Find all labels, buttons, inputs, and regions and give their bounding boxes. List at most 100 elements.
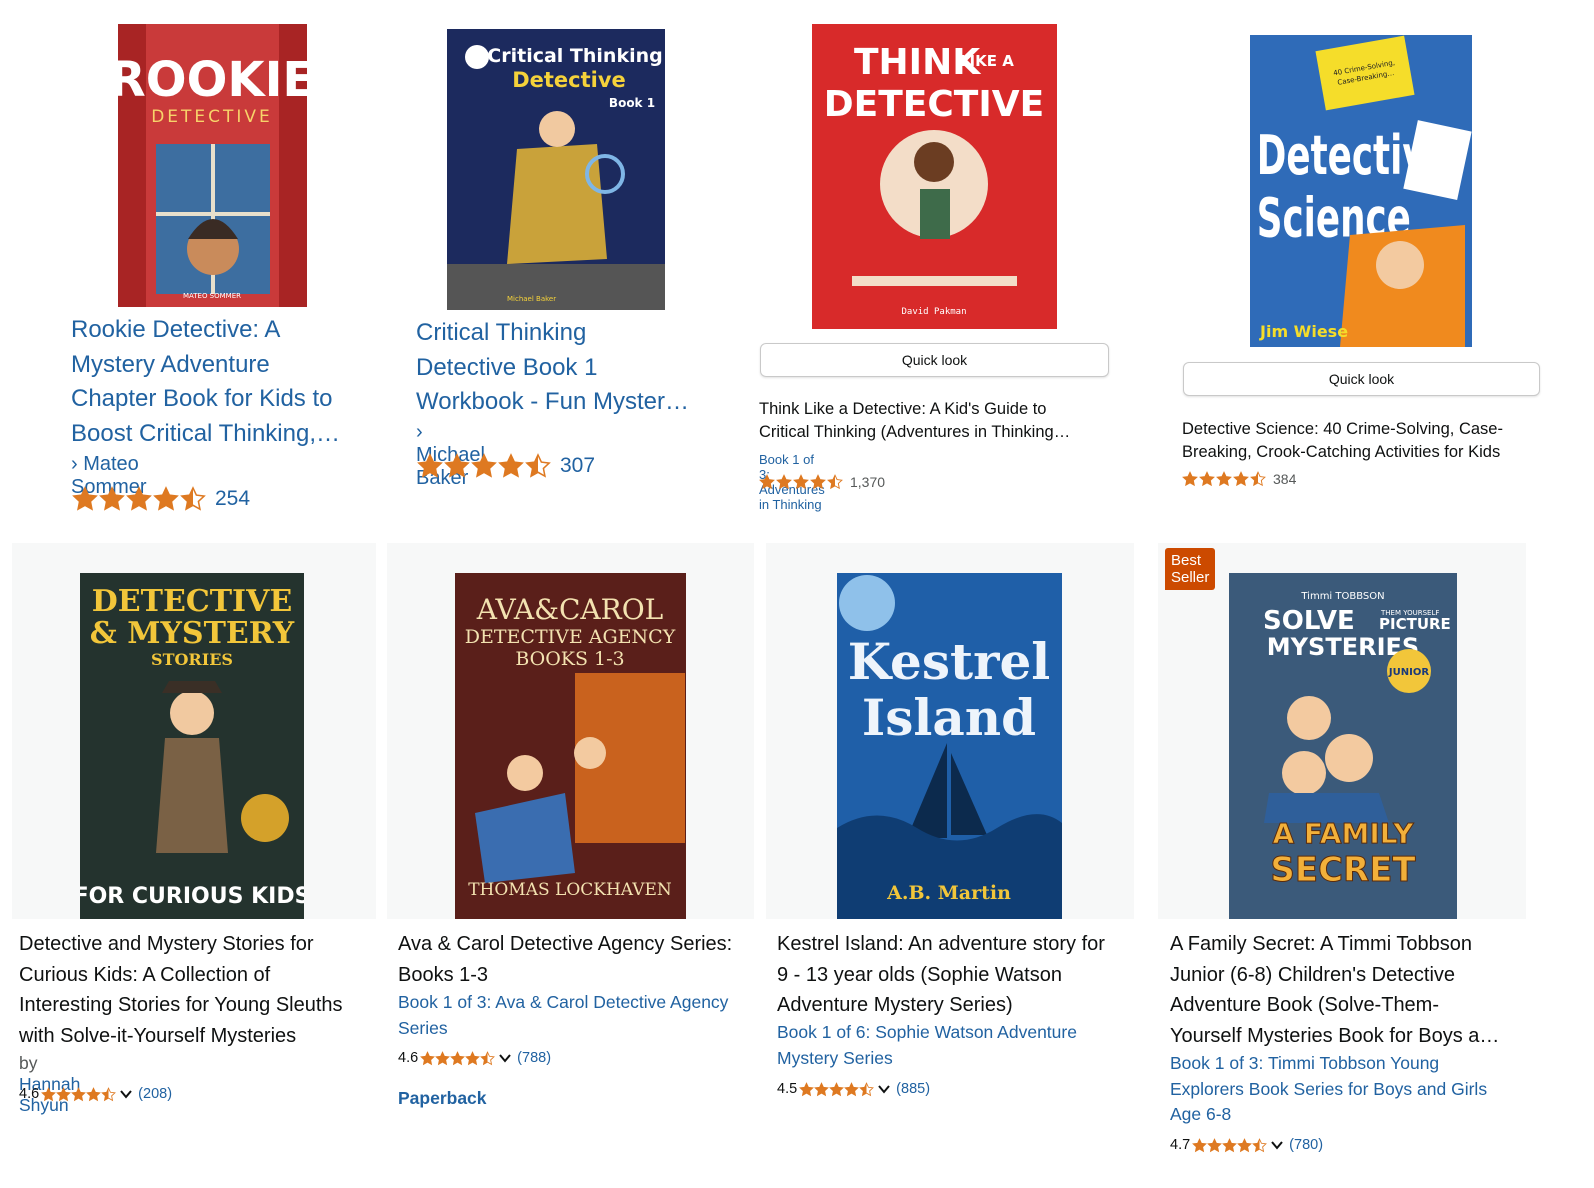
title-line[interactable]: A Family Secret: A Timmi Tobbson bbox=[1170, 929, 1520, 960]
product-title-link[interactable]: Rookie Detective: A Mystery Adventure Ch… bbox=[71, 313, 371, 451]
book-cover-image[interactable]: 40 Crime-Solving, Case-Breaking… Detecti… bbox=[1250, 35, 1472, 347]
review-count[interactable]: 254 bbox=[215, 487, 250, 511]
review-count[interactable]: (788) bbox=[517, 1050, 551, 1066]
star-rating[interactable] bbox=[420, 1050, 496, 1066]
svg-text:Book 1: Book 1 bbox=[609, 96, 655, 110]
svg-text:MATEO SOMMER: MATEO SOMMER bbox=[183, 292, 241, 300]
star-icon bbox=[1250, 471, 1266, 487]
svg-text:FOR CURIOUS KIDS: FOR CURIOUS KIDS bbox=[80, 884, 304, 909]
title-line[interactable]: Adventure Mystery Series) bbox=[777, 990, 1132, 1021]
svg-text:A.B. Martin: A.B. Martin bbox=[886, 882, 1011, 904]
title-line[interactable]: Chapter Book for Kids to bbox=[71, 382, 371, 417]
series-line[interactable]: Book 1 of 6: Sophie Watson Adventure bbox=[777, 1020, 1132, 1046]
title-line[interactable]: 9 - 13 year olds (Sophie Watson bbox=[777, 960, 1132, 991]
svg-text:THOMAS LOCKHAVEN: THOMAS LOCKHAVEN bbox=[468, 880, 672, 900]
product-title-link[interactable]: Think Like a Detective: A Kid's Guide to… bbox=[759, 398, 1099, 443]
star-icon bbox=[827, 474, 843, 490]
title-line[interactable]: Detective and Mystery Stories for bbox=[19, 929, 374, 960]
star-rating[interactable] bbox=[799, 1081, 875, 1097]
product-title-link[interactable]: Detective Science: 40 Crime-Solving, Cas… bbox=[1182, 418, 1542, 463]
rating-row[interactable]: 254 bbox=[72, 486, 250, 512]
series-link[interactable]: Book 1 of 6: Sophie Watson Adventure Mys… bbox=[777, 1020, 1132, 1071]
star-rating[interactable] bbox=[41, 1086, 117, 1102]
rating-row[interactable]: 1,370 bbox=[759, 474, 885, 490]
format-link[interactable]: Paperback bbox=[398, 1088, 487, 1109]
title-line[interactable]: Curious Kids: A Collection of bbox=[19, 960, 374, 991]
series-line[interactable]: Explorers Book Series for Boys and Girls bbox=[1170, 1077, 1520, 1103]
review-count[interactable]: 307 bbox=[560, 454, 595, 478]
title-line[interactable]: Books 1-3 bbox=[398, 960, 753, 991]
star-icon bbox=[1216, 471, 1232, 487]
book-cover-image[interactable]: Timmi TOBBSON SOLVE THEM YOURSELF PICTUR… bbox=[1229, 573, 1457, 919]
book-cover-image[interactable]: AVA&CAROL DETECTIVE AGENCY BOOKS 1-3 THO… bbox=[455, 573, 686, 919]
book-cover-image[interactable]: THINK LIKE A DETECTIVE David Pakman bbox=[812, 24, 1057, 329]
title-line[interactable]: Workbook - Fun Myster… bbox=[416, 385, 716, 420]
product-title-link[interactable]: Critical Thinking Detective Book 1 Workb… bbox=[416, 316, 716, 420]
star-icon bbox=[810, 474, 826, 490]
title-line[interactable]: Breaking, Crook-Catching Activities for … bbox=[1182, 441, 1542, 464]
rating-row[interactable]: 4.5 (885) bbox=[777, 1081, 930, 1097]
title-line[interactable]: Interesting Stories for Young Sleuths bbox=[19, 990, 374, 1021]
title-line[interactable]: Critical Thinking (Adventures in Thinkin… bbox=[759, 421, 1099, 444]
review-count[interactable]: (780) bbox=[1289, 1137, 1323, 1153]
chevron-down-icon[interactable] bbox=[497, 1050, 513, 1066]
title-line[interactable]: Critical Thinking bbox=[416, 316, 716, 351]
series-line[interactable]: Series bbox=[398, 1016, 753, 1042]
rating-value: 4.7 bbox=[1170, 1137, 1191, 1153]
chevron-down-icon[interactable] bbox=[1269, 1137, 1285, 1153]
star-icon bbox=[829, 1081, 845, 1096]
book-cover-image[interactable]: Kestrel Island A.B. Martin bbox=[837, 573, 1062, 919]
book-cover-image[interactable]: ROOKIE DETECTIVE MATEO SOMMER bbox=[118, 24, 307, 307]
product-title-link[interactable]: Ava & Carol Detective Agency Series: Boo… bbox=[398, 929, 753, 990]
rating-value: 4.6 bbox=[398, 1050, 419, 1066]
star-icon bbox=[435, 1050, 451, 1065]
star-icon bbox=[1222, 1137, 1238, 1152]
quick-look-button[interactable]: Quick look bbox=[760, 343, 1109, 377]
title-line[interactable]: with Solve-it-Yourself Mysteries bbox=[19, 1021, 374, 1052]
star-icon bbox=[465, 1050, 481, 1065]
rating-row[interactable]: 4.7 (780) bbox=[1170, 1137, 1323, 1153]
rating-row[interactable]: 4.6 (788) bbox=[398, 1050, 551, 1066]
rating-row[interactable]: 4.6 (208) bbox=[19, 1086, 172, 1102]
rating-row[interactable]: 307 bbox=[417, 453, 595, 479]
title-line[interactable]: Adventure Book (Solve-Them- bbox=[1170, 990, 1520, 1021]
title-line[interactable]: Detective Book 1 bbox=[416, 351, 716, 386]
star-icon bbox=[71, 1086, 87, 1101]
series-line[interactable]: Mystery Series bbox=[777, 1046, 1132, 1072]
title-line[interactable]: Kestrel Island: An adventure story for bbox=[777, 929, 1132, 960]
series-line[interactable]: Book 1 of 3: Timmi Tobbson Young bbox=[1170, 1051, 1520, 1077]
series-line[interactable]: Age 6-8 bbox=[1170, 1102, 1520, 1128]
review-count[interactable]: (208) bbox=[138, 1086, 172, 1102]
series-link[interactable]: Book 1 of 3: Timmi Tobbson Young Explore… bbox=[1170, 1051, 1520, 1128]
product-title-link[interactable]: Detective and Mystery Stories for Curiou… bbox=[19, 929, 374, 1051]
review-count[interactable]: (885) bbox=[896, 1081, 930, 1097]
star-icon bbox=[844, 1081, 860, 1096]
svg-text:A FAMILY: A FAMILY bbox=[1272, 817, 1414, 850]
quick-look-button[interactable]: Quick look bbox=[1183, 362, 1540, 396]
series-link[interactable]: Book 1 of 3: Ava & Carol Detective Agenc… bbox=[398, 990, 753, 1041]
book-cover-image[interactable]: DETECTIVE & MYSTERY STORIES FOR CURIOUS … bbox=[80, 573, 304, 919]
review-count[interactable]: 384 bbox=[1273, 471, 1296, 487]
book-cover-image[interactable]: Critical Thinking Detective Book 1 Micha… bbox=[447, 29, 665, 310]
title-line[interactable]: Mystery Adventure bbox=[71, 348, 371, 383]
rating-row[interactable]: 384 bbox=[1182, 471, 1296, 487]
title-line[interactable]: Rookie Detective: A bbox=[71, 313, 371, 348]
star-rating[interactable] bbox=[1192, 1137, 1268, 1153]
title-line[interactable]: Junior (6-8) Children's Detective bbox=[1170, 960, 1520, 991]
product-title-link[interactable]: Kestrel Island: An adventure story for 9… bbox=[777, 929, 1132, 1021]
series-line[interactable]: Book 1 of 3: Ava & Carol Detective Agenc… bbox=[398, 990, 753, 1016]
chevron-down-icon[interactable] bbox=[876, 1081, 892, 1097]
title-line[interactable]: Ava & Carol Detective Agency Series: bbox=[398, 929, 753, 960]
star-icon bbox=[450, 1050, 466, 1065]
review-count[interactable]: 1,370 bbox=[850, 474, 885, 490]
svg-text:PICTURE: PICTURE bbox=[1379, 615, 1451, 633]
star-icon bbox=[793, 474, 809, 490]
product-title-link[interactable]: A Family Secret: A Timmi Tobbson Junior … bbox=[1170, 929, 1520, 1051]
svg-text:DETECTIVE AGENCY: DETECTIVE AGENCY bbox=[465, 626, 676, 648]
title-line[interactable]: Think Like a Detective: A Kid's Guide to bbox=[759, 398, 1099, 421]
svg-text:ROOKIE: ROOKIE bbox=[118, 52, 307, 108]
title-line[interactable]: Boost Critical Thinking,… bbox=[71, 417, 371, 452]
title-line[interactable]: Yourself Mysteries Book for Boys a… bbox=[1170, 1021, 1520, 1052]
title-line[interactable]: Detective Science: 40 Crime-Solving, Cas… bbox=[1182, 418, 1542, 441]
chevron-down-icon[interactable] bbox=[118, 1086, 134, 1102]
